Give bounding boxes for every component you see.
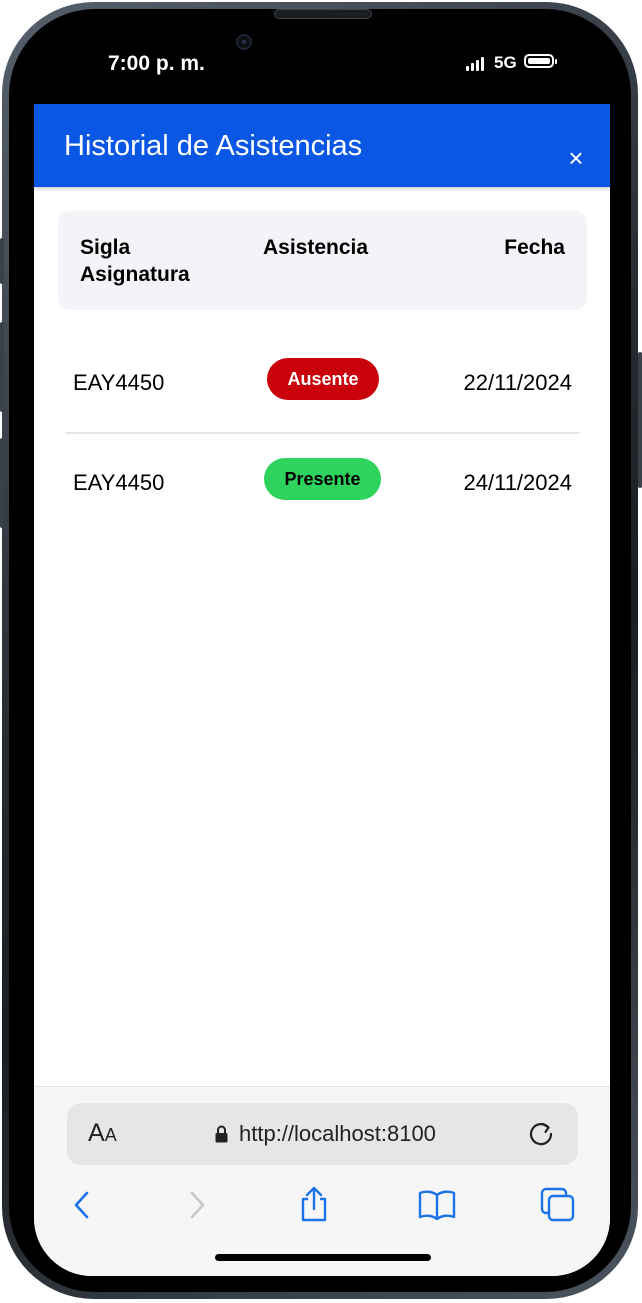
share-icon[interactable] bbox=[294, 1185, 334, 1225]
row-code: EAY4450 bbox=[73, 370, 165, 395]
text-size-button[interactable]: AA bbox=[88, 1119, 117, 1148]
status-time: 7:00 p. m. bbox=[108, 52, 205, 75]
battery-icon bbox=[524, 54, 557, 68]
row-code: EAY4450 bbox=[73, 470, 165, 495]
lock-icon bbox=[215, 1125, 228, 1143]
silent-switch bbox=[0, 238, 4, 284]
status-badge: Presente bbox=[264, 458, 381, 500]
home-indicator bbox=[215, 1254, 431, 1261]
row-divider bbox=[65, 432, 580, 434]
table-header: Sigla Asignatura Asistencia Fecha bbox=[58, 211, 587, 310]
back-icon[interactable] bbox=[63, 1185, 103, 1225]
browser-toolbar bbox=[34, 1185, 610, 1235]
close-icon: × bbox=[568, 143, 584, 173]
tabs-icon[interactable] bbox=[538, 1185, 578, 1225]
row-date: 24/11/2024 bbox=[463, 470, 572, 495]
column-header-code: Sigla Asignatura bbox=[80, 236, 190, 286]
address-bar[interactable]: AA http://localhost:8100 bbox=[67, 1103, 578, 1165]
row-date: 22/11/2024 bbox=[463, 370, 572, 395]
close-button[interactable]: × bbox=[562, 144, 590, 172]
status-bar: 7:00 p. m. 5G bbox=[34, 44, 610, 84]
url-text: http://localhost:8100 bbox=[239, 1121, 436, 1146]
speaker-grille bbox=[274, 9, 372, 19]
bookmarks-icon[interactable] bbox=[417, 1185, 457, 1225]
modal-header: Historial de Asistencias × bbox=[34, 104, 610, 187]
column-header-date: Fecha bbox=[504, 236, 565, 259]
volume-down-button bbox=[0, 438, 4, 528]
network-type: 5G bbox=[494, 53, 517, 72]
volume-up-button bbox=[0, 322, 4, 412]
column-header-attendance: Asistencia bbox=[263, 236, 369, 259]
page-title: Historial de Asistencias bbox=[64, 130, 363, 162]
status-badge: Ausente bbox=[267, 358, 379, 400]
power-button bbox=[638, 352, 642, 488]
browser-chrome: AA http://localhost:8100 bbox=[34, 1086, 610, 1276]
app-screen: Historial de Asistencias × Sigla Asignat… bbox=[34, 104, 610, 1276]
forward-icon[interactable] bbox=[176, 1185, 216, 1225]
reload-icon[interactable] bbox=[526, 1118, 556, 1148]
signal-icon bbox=[466, 57, 488, 71]
